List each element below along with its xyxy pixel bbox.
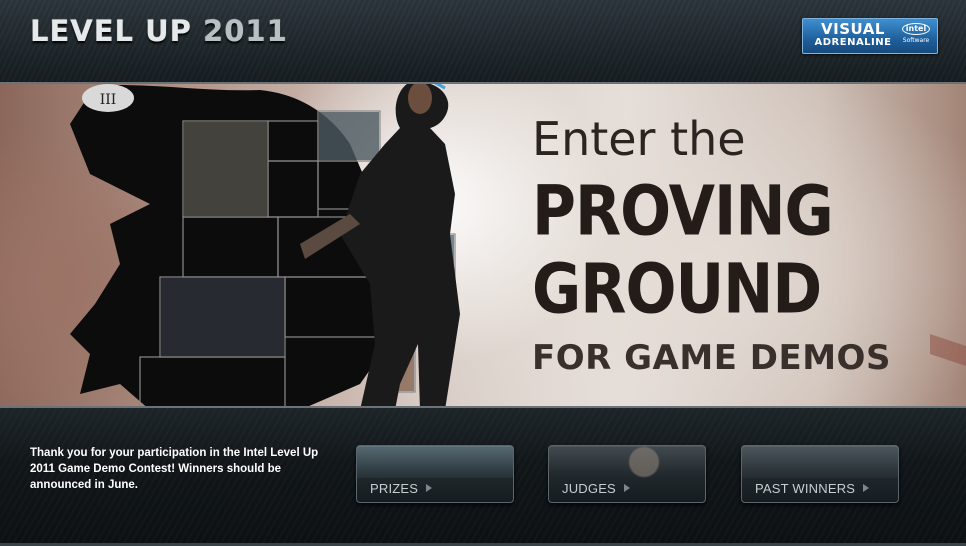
svg-text:III: III (100, 92, 117, 108)
badge-line1: VISUAL (821, 20, 885, 38)
judges-label: JUDGES (562, 481, 630, 496)
judges-button[interactable]: JUDGES (548, 445, 706, 503)
hero-banner[interactable]: III Enter the PROVING GROUND FOR GAME DE… (0, 82, 966, 408)
prizes-label: PRIZES (370, 481, 433, 496)
site-logo[interactable]: LEVEL UP 2011 (30, 14, 288, 48)
arrow-right-icon (623, 484, 630, 492)
footer-band: Thank you for your participation in the … (0, 408, 966, 546)
past-winners-label: PAST WINNERS (755, 481, 870, 496)
prizes-button[interactable]: PRIZES (356, 445, 514, 503)
hero-line-ground: GROUND (532, 249, 822, 330)
contest-notice: Thank you for your participation in the … (30, 447, 319, 491)
logo-title-main: LEVEL UP (30, 14, 192, 48)
hero-line-proving: PROVING (532, 171, 834, 252)
hero-headline: Enter the PROVING GROUND FOR GAME DEMOS (532, 114, 952, 378)
prizes-thumbnail (357, 446, 513, 478)
intel-logo-word: intel (902, 23, 930, 35)
site-header: LEVEL UP 2011 VISUAL ADRENALINE intel So… (0, 0, 966, 82)
visual-adrenaline-badge[interactable]: VISUAL ADRENALINE intel Software (802, 18, 938, 54)
judges-thumbnail (549, 446, 705, 478)
arrow-right-icon (426, 484, 433, 492)
badge-line2: ADRENALINE (814, 37, 892, 48)
badge-text: VISUAL ADRENALINE (809, 22, 897, 50)
logo-title-year: 2011 (203, 14, 288, 48)
past-winners-thumbnail (742, 446, 898, 478)
intel-logo-icon: intel Software (899, 23, 933, 49)
past-winners-button[interactable]: PAST WINNERS (741, 445, 899, 503)
hero-line-enter: Enter the (532, 112, 746, 166)
hero-line-game-demos: FOR GAME DEMOS (532, 338, 891, 378)
intel-logo-sub: Software (902, 37, 930, 44)
arrow-right-icon (863, 484, 870, 492)
